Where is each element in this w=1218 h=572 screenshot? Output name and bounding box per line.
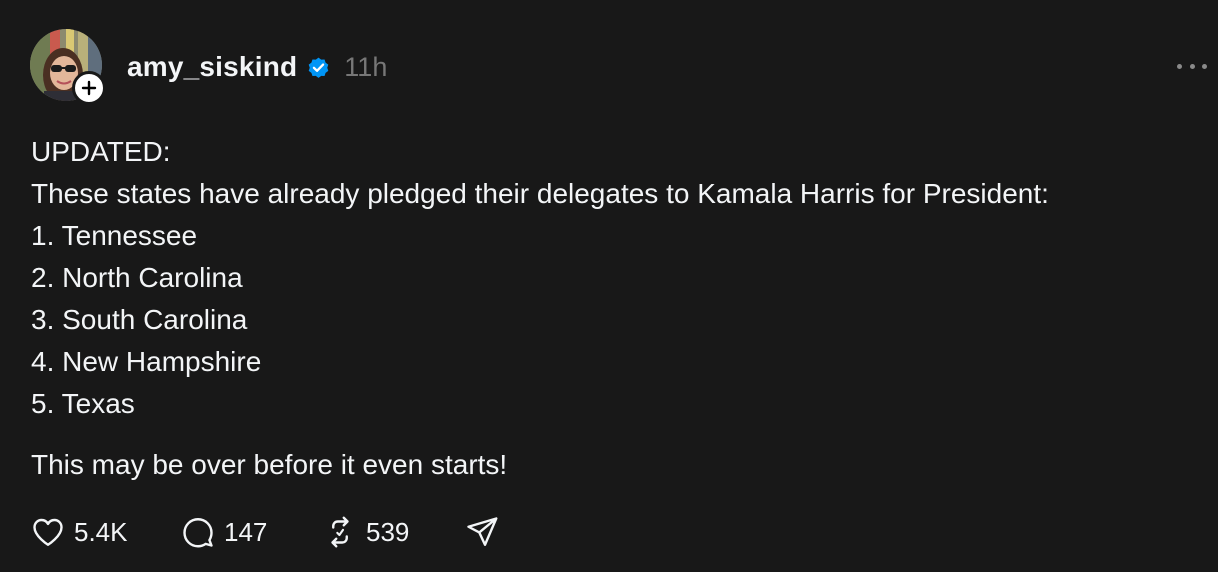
- post-text-closing: This may be over before it even starts!: [31, 449, 508, 480]
- comment-icon: [183, 518, 213, 548]
- threads-post: amy_siskind 11h UPDATED: These states ha…: [0, 0, 1218, 572]
- follow-button[interactable]: [72, 71, 106, 105]
- repost-icon: [331, 516, 349, 548]
- reply-count: 147: [224, 516, 268, 547]
- post-header: amy_siskind 11h: [127, 50, 387, 84]
- post-actions: 5.4K 147 539: [30, 513, 500, 551]
- repost-count: 539: [366, 516, 410, 547]
- send-icon: [467, 517, 498, 546]
- post-text-line: 5. Texas: [31, 388, 135, 419]
- like-count: 5.4K: [74, 516, 128, 547]
- repost-button[interactable]: 539: [322, 514, 464, 550]
- plus-icon: [81, 80, 97, 96]
- post-text-line: 2. North Carolina: [31, 262, 243, 293]
- post-text: UPDATED: These states have already pledg…: [31, 131, 1049, 425]
- like-button[interactable]: 5.4K: [30, 514, 180, 550]
- username-link[interactable]: amy_siskind: [127, 51, 297, 83]
- post-text-line: These states have already pledged their …: [31, 178, 1049, 209]
- verified-badge-icon: [309, 57, 329, 78]
- post-timestamp[interactable]: 11h: [344, 52, 387, 83]
- share-button[interactable]: [464, 514, 500, 550]
- more-horizontal-icon: [1177, 63, 1182, 69]
- reply-button[interactable]: 147: [180, 514, 322, 550]
- heart-icon: [33, 518, 63, 546]
- more-options-button[interactable]: [1177, 56, 1207, 76]
- post-text-line: 1. Tennessee: [31, 220, 198, 251]
- post-text-line: 4. New Hampshire: [31, 346, 262, 377]
- post-text-line: UPDATED:: [31, 136, 171, 167]
- post-text-line: 3. South Carolina: [31, 304, 248, 335]
